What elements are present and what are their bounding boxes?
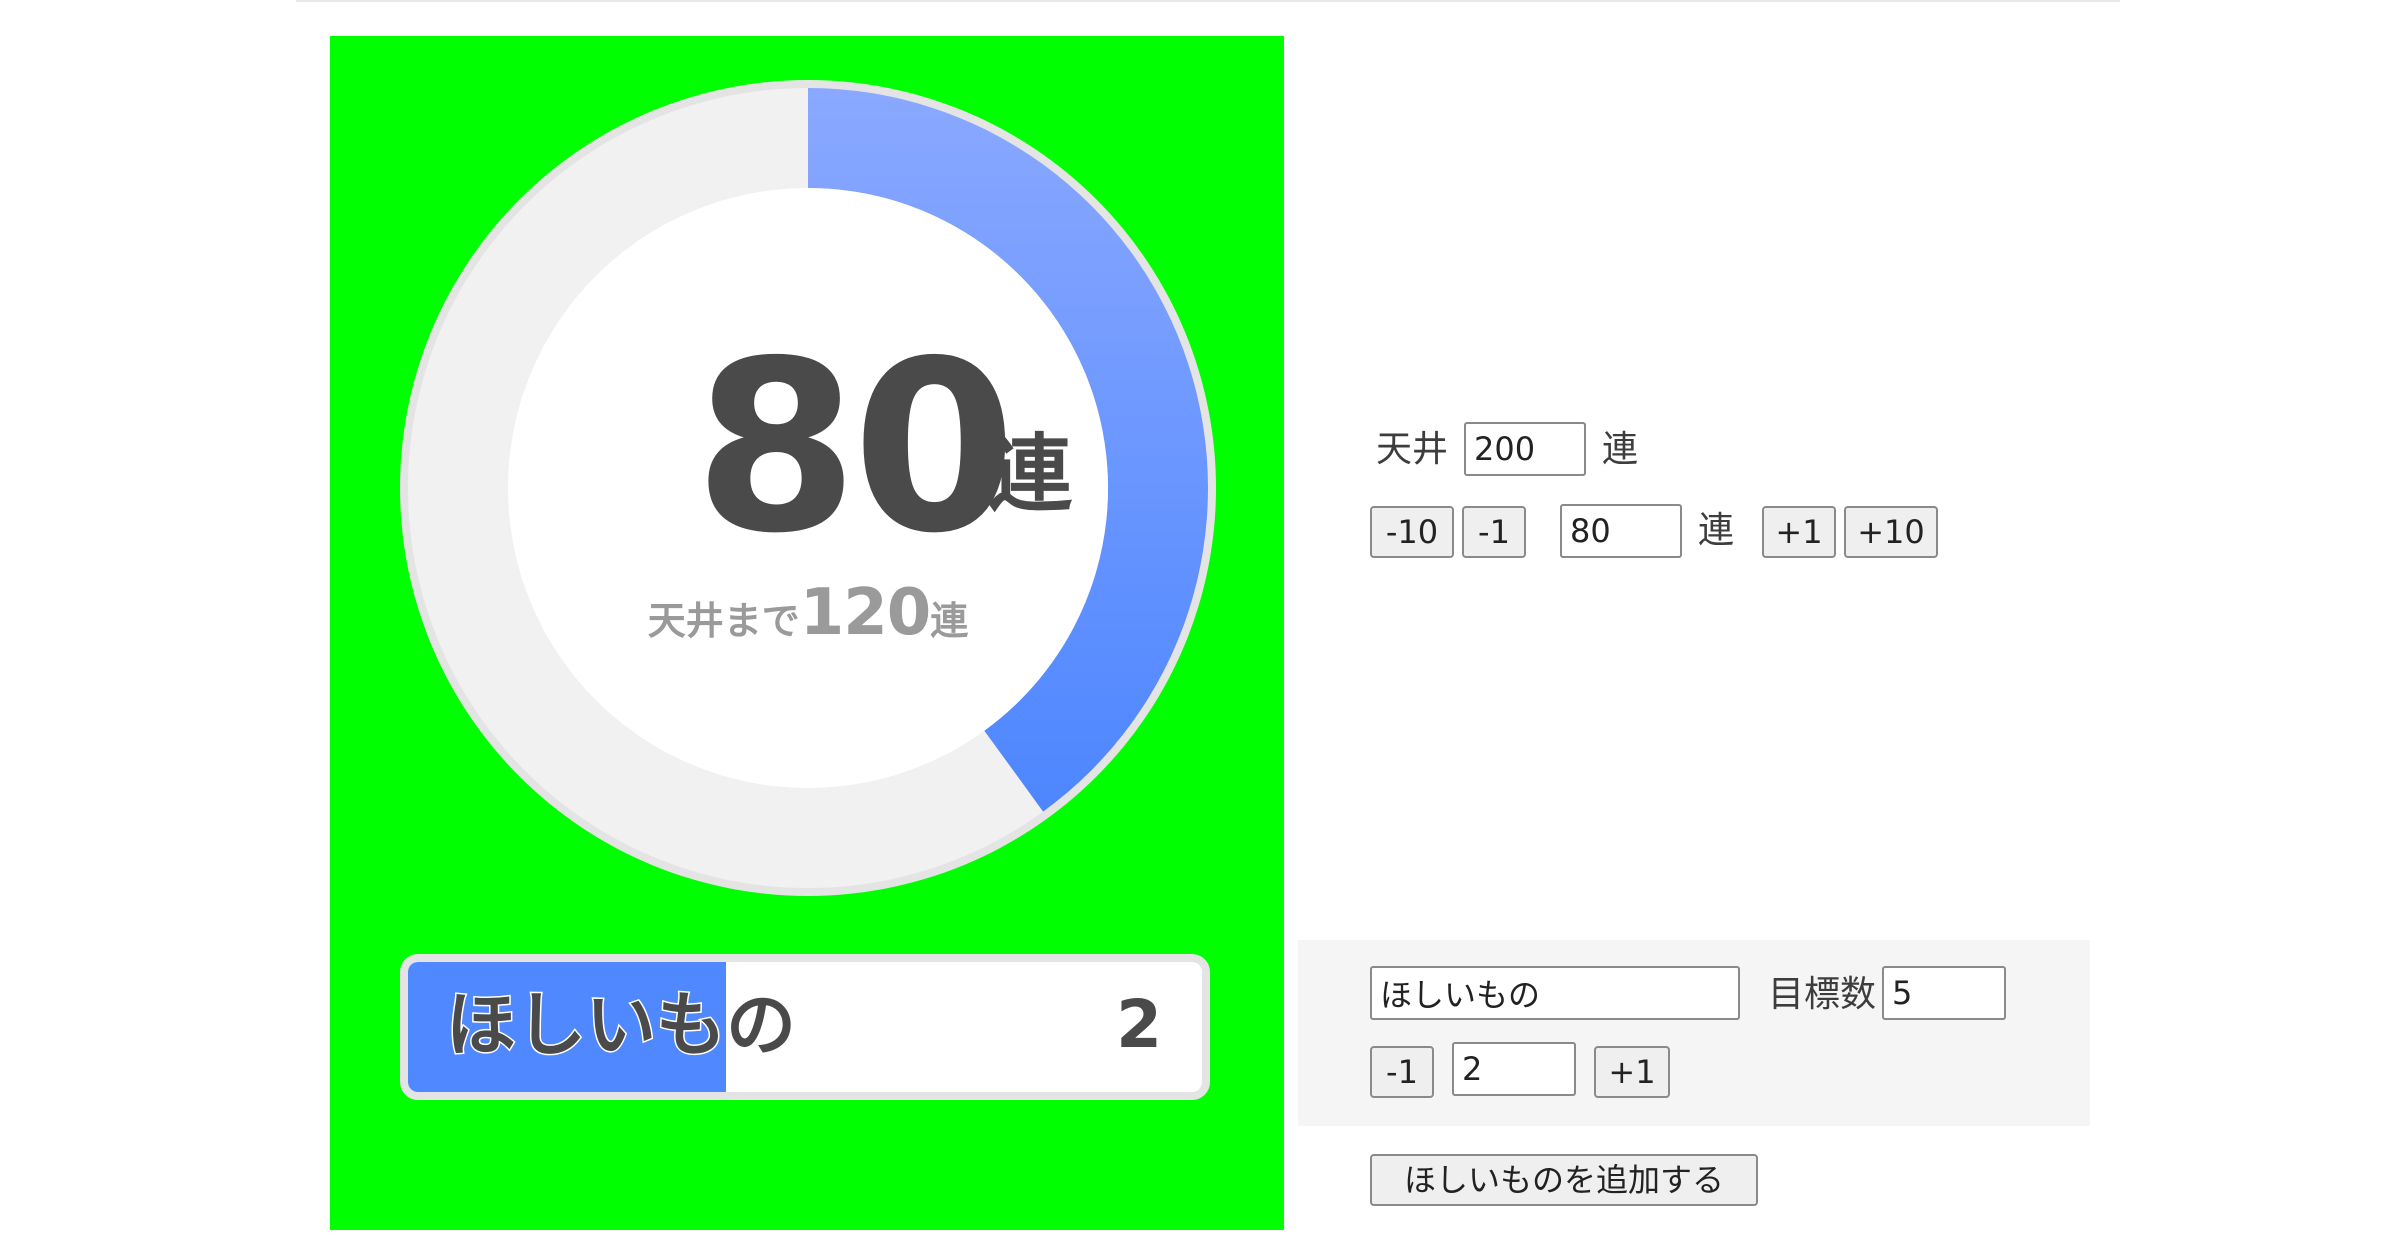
ceiling-unit: 連 (1602, 429, 1639, 470)
gauge-center: 80 連 天井まで120連 (400, 80, 1216, 896)
target-count-input[interactable] (1882, 966, 2006, 1020)
remaining-unit: 連 (930, 599, 969, 643)
top-divider (296, 0, 2120, 2)
wish-name-label: ほしいもの (445, 984, 798, 1066)
wish-minus-1-button[interactable]: -1 (1370, 1046, 1434, 1098)
remaining-line: 天井まで120連 (400, 576, 1216, 650)
add-wish-button[interactable]: ほしいものを追加する (1370, 1154, 1758, 1206)
count-input[interactable] (1560, 504, 1682, 558)
wish-plus-1-button[interactable]: +1 (1594, 1046, 1670, 1098)
count-plus-1-button[interactable]: +1 (1762, 506, 1836, 558)
wish-name-input[interactable] (1370, 966, 1740, 1020)
ceiling-label: 天井 (1376, 429, 1449, 470)
count-unit: 連 (1698, 510, 1735, 551)
wish-count-label: 2 (1116, 986, 1162, 1063)
count-minus-1-button[interactable]: -1 (1462, 506, 1526, 558)
remaining-prefix: 天井まで (647, 599, 800, 643)
current-count-unit: 連 (988, 425, 1073, 523)
count-minus-10-button[interactable]: -10 (1370, 506, 1454, 558)
remaining-count: 120 (799, 576, 932, 650)
wish-progress-bar: ほしいもの 2 (400, 954, 1210, 1100)
preview-stage: 80 連 天井まで120連 ほしいもの 2 (330, 36, 1284, 1230)
current-count: 80 (694, 310, 1016, 585)
ceiling-input[interactable] (1464, 422, 1586, 476)
wish-count-input[interactable] (1452, 1042, 1576, 1096)
gauge: 80 連 天井まで120連 (400, 80, 1216, 896)
count-plus-10-button[interactable]: +10 (1844, 506, 1938, 558)
target-count-label: 目標数 (1768, 974, 1877, 1015)
